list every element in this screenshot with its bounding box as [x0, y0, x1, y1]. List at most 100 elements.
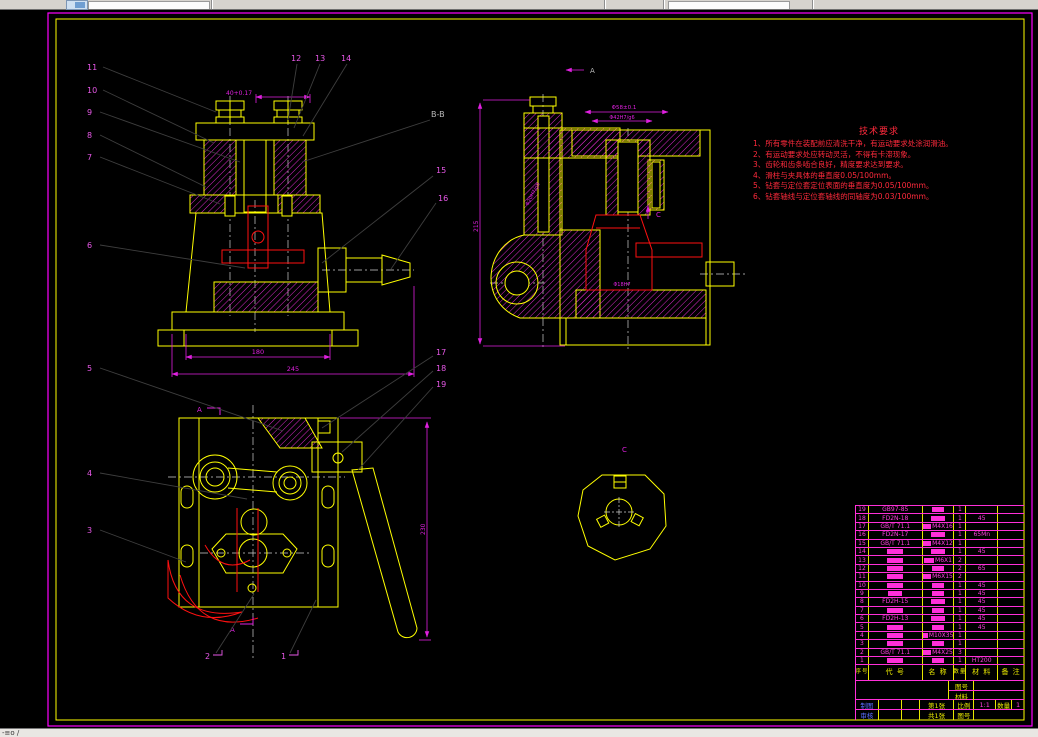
tech-requirement-item: 5、钻套与定位套定位表面的垂直度为0.05/100mm。: [753, 181, 934, 190]
callout-10: 10: [87, 86, 97, 95]
label-tuhao: 图号: [949, 681, 975, 691]
callout-3: 3: [87, 526, 92, 535]
section-arrow-c-label: C: [656, 211, 661, 219]
dim-v2-mid: Φ18H7: [613, 282, 630, 288]
parts-list-rows: 19 GB97-85 1 18 FD2N-18 1 45 17 GB/T 71.1 M4X16 1 1…: [856, 506, 1024, 666]
callout-17: 17: [436, 348, 446, 357]
detail-view-c: C: [577, 446, 667, 561]
toolbar-button-icon[interactable]: [66, 0, 88, 10]
tech-requirement-item: 4、滑柱与夹具体的垂直度0.05/100mm。: [753, 170, 896, 180]
callout-5: 5: [87, 364, 92, 373]
callout-12: 12: [291, 54, 301, 63]
label-shuliang: 数量: [997, 700, 1013, 710]
label-tuhao2: 图号: [954, 710, 975, 721]
title-block-row1: 制图 第1张 比例 1:1 数量 1: [856, 700, 1024, 711]
title-block-upper: 图号 材料: [856, 681, 1024, 701]
tech-requirements-title: 技术要求: [858, 127, 899, 137]
callout-4: 4: [87, 469, 92, 478]
toolbar-strip[interactable]: [0, 0, 1038, 10]
drawing-canvas[interactable]: 40+0.17 180 245 Φ58±0.1 Φ42H7/g6 215 Φ20…: [0, 10, 1038, 728]
toolbar-separator: [211, 0, 213, 9]
callout-13: 13: [315, 54, 325, 63]
parts-list-header: 序号代 号名 称数量材 料备 注: [856, 665, 1024, 682]
parts-list-header-cell: 代 号: [869, 665, 923, 681]
parts-list-row: 17 GB/T 71.1 M4X16 1: [856, 522, 1024, 532]
command-line-fragment: -≡o /: [2, 729, 20, 737]
tech-requirement-item: 2、有运动要求处应转动灵活，不得有卡滞现象。: [753, 149, 916, 159]
parts-list-row: 9 1 45: [856, 589, 1024, 599]
parts-list-row: 1 1 HT200: [856, 657, 1024, 666]
label-shenhe: 审核: [856, 710, 879, 721]
tech-requirement-item: 3、齿轮和齿条啮合良好，精度要求达到要求。: [753, 160, 908, 169]
parts-list-row: 8 FD2H-15 1 45: [856, 598, 1024, 607]
callout-19: 19: [436, 380, 446, 389]
parts-list-row: 10 1 45: [856, 581, 1024, 590]
callout-2: 2: [205, 652, 210, 661]
value-tuhao: [974, 681, 1024, 690]
dim-v2-top2: Φ42H7/g6: [609, 115, 634, 121]
toolbar-separator: [604, 0, 606, 9]
value-scale: 1:1: [974, 700, 997, 710]
callout-11: 11: [87, 63, 97, 72]
label-zhitu: 制图: [856, 700, 879, 710]
plan-view: 230 A A: [167, 405, 431, 660]
section-label-bb: B-B: [431, 110, 445, 119]
toolbar-field[interactable]: [88, 1, 210, 9]
parts-list-row: 6 FD2H-13 1 45: [856, 615, 1024, 624]
label-bili: 比例: [954, 700, 975, 710]
callout-15: 15: [436, 166, 446, 175]
parts-list-header-cell: 材 料: [966, 665, 999, 681]
label-cailiao: 材料: [949, 690, 975, 701]
parts-list-row: 12 2 65: [856, 564, 1024, 574]
dim-v3-right: 230: [420, 523, 427, 535]
tech-requirement-item: 6、钻套轴线与定位套轴线的同轴度为0.03/100mm。: [753, 191, 934, 201]
parts-list-header-cell: 数量: [954, 665, 967, 681]
tech-requirements: 技术要求 1、所有零件在装配前应清洗干净，有运动要求处涂润滑油。 2、有运动要求…: [753, 124, 999, 202]
parts-list-row: 14 1 45: [856, 547, 1024, 557]
section-arrow-a-label: A: [590, 67, 595, 75]
detail-c-label: C: [622, 446, 627, 454]
parts-list-row: 5 1 45: [856, 623, 1024, 632]
parts-list-row: 18 FD2N-18 1 45: [856, 514, 1024, 523]
toolbar-field[interactable]: [668, 1, 790, 9]
parts-list-header-cell: 序号: [856, 665, 869, 681]
parts-list-row: 11 M6X15 2: [856, 573, 1024, 582]
parts-list-row: 15 GB/T 71.1 M4X12 1: [856, 539, 1024, 548]
parts-list-header-cell: 备 注: [1001, 668, 1021, 677]
parts-list-row: 7 1 45: [856, 606, 1024, 616]
dim-v2-left: 215: [473, 220, 480, 232]
parts-list-row: 4 M10X35 1: [856, 631, 1024, 641]
label-sheet2: 共1张: [920, 710, 955, 721]
label-sheet1: 第1张: [920, 700, 955, 710]
toolbar-separator: [663, 0, 665, 9]
dim-v1-top: 40+0.17: [226, 90, 252, 97]
leader-lines: [99, 63, 437, 654]
callout-18: 18: [436, 364, 446, 373]
callout-1: 1: [281, 652, 286, 661]
callout-8: 8: [87, 131, 92, 140]
front-section-view: 40+0.17 180 245: [157, 90, 415, 377]
callout-16: 16: [438, 194, 448, 203]
section-mark-a-top: A: [197, 406, 202, 414]
parts-list-row: 16 FD2N-17 1 65Mn: [856, 531, 1024, 540]
title-block-row2: 审核 共1张 图号: [856, 710, 1024, 721]
tech-requirement-item: 1、所有零件在装配前应清洗干净，有运动要求处涂润滑油。: [753, 139, 953, 148]
parts-list-header-cell: 名 称: [923, 665, 955, 681]
callout-numbers: 11 10 9 8 7 6 5 4 3 12 13 14 15 16 17 18…: [87, 54, 448, 661]
tool-icon: [75, 2, 85, 8]
callout-6: 6: [87, 241, 92, 250]
toolbar-separator: [812, 0, 814, 9]
side-section-view: Φ58±0.1 Φ42H7/g6 215 Φ20H7/g6 Φ18H7 C A: [473, 67, 748, 350]
callout-9: 9: [87, 108, 92, 117]
value-qty: 1: [1015, 700, 1021, 709]
callout-14: 14: [341, 54, 351, 63]
parts-list-row: 13 M6X1 2: [856, 556, 1024, 565]
title-block-name-cell: [856, 681, 950, 700]
dim-v1-total: 245: [287, 365, 299, 373]
cad-application-window: 40+0.17 180 245 Φ58±0.1 Φ42H7/g6 215 Φ20…: [0, 0, 1038, 737]
callout-7: 7: [87, 153, 92, 162]
parts-list-row: 31: [856, 640, 1024, 649]
parts-list-row: 19 GB97-85 1: [856, 506, 1024, 515]
status-bar: -≡o /: [0, 728, 1038, 737]
parts-list-row: 2 GB/T 71.1 M4X25 3: [856, 648, 1024, 658]
